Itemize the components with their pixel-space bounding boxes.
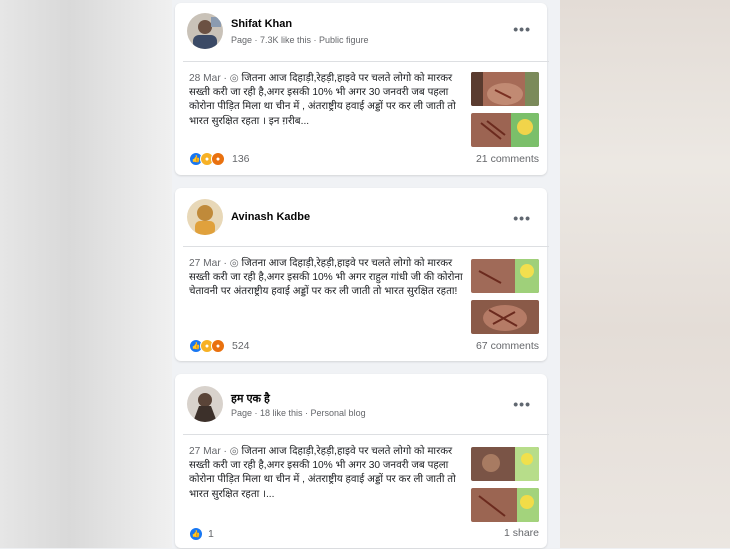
post-date: 28 Mar · (189, 73, 227, 84)
post-text: 28 Mar · ◎ जितना आज दिहाड़ी,रेहड़ी,हाइवे… (189, 72, 463, 129)
more-options-button[interactable]: ••• (513, 21, 531, 37)
globe-icon: ◎ (229, 446, 239, 457)
post-date: 27 Mar · (189, 258, 227, 269)
thumbnail-image (471, 72, 539, 106)
thumbnail-image (471, 300, 539, 334)
avatar-image (187, 13, 223, 49)
thumbnail-image (471, 488, 539, 522)
shared-post[interactable]: 27 Mar · ◎ जितना आज दिहाड़ी,रेहड़ी,हाइवे… (183, 246, 549, 359)
reactions-summary[interactable]: 👍 ● ● 524 (189, 339, 250, 353)
news-feed: Shifat Khan Page · 7.3K like this · Publ… (172, 0, 560, 548)
angry-icon: ● (211, 152, 225, 166)
thumbnail-image (471, 113, 539, 147)
author-name[interactable]: हम एक है (231, 391, 270, 406)
shared-post[interactable]: 28 Mar · ◎ जितना आज दिहाड़ी,रेहड़ी,हाइवे… (183, 61, 549, 172)
avatar[interactable] (187, 386, 223, 422)
share-count[interactable]: 1 share (504, 527, 539, 539)
post-text: 27 Mar · ◎ जितना आज दिहाड़ी,रेहड़ी,हाइवे… (189, 257, 463, 300)
avatar[interactable] (187, 199, 223, 235)
blurred-background-right (560, 0, 730, 548)
post-card: हम एक है Page · 18 like this · Personal … (175, 374, 549, 549)
comments-count[interactable]: 21 comments (476, 153, 539, 165)
post-thumbnails[interactable] (471, 72, 539, 154)
like-icon: 👍 (189, 527, 203, 541)
reaction-count: 524 (232, 340, 250, 352)
blurred-background-left (0, 0, 172, 548)
reaction-count: 136 (232, 153, 250, 165)
post-text: 27 Mar · ◎ जितना आज दिहाड़ी,रेहड़ी,हाइवे… (189, 445, 463, 502)
post-thumbnails[interactable] (471, 259, 539, 341)
post-thumbnails[interactable] (471, 447, 539, 529)
post-card: Shifat Khan Page · 7.3K like this · Publ… (175, 3, 549, 175)
more-options-button[interactable]: ••• (513, 210, 531, 226)
author-meta: Page · 7.3K like this · Public figure (231, 35, 369, 45)
author-name[interactable]: Avinash Kadbe (231, 211, 310, 223)
author-name[interactable]: Shifat Khan (231, 18, 292, 30)
reactions-summary[interactable]: 👍 ● ● 136 (189, 152, 250, 166)
angry-icon: ● (211, 339, 225, 353)
thumbnail-image (471, 259, 539, 293)
thumbnail-image (471, 447, 539, 481)
globe-icon: ◎ (229, 258, 239, 269)
avatar-image (187, 386, 223, 422)
reactions-summary[interactable]: 👍 1 (189, 527, 214, 541)
avatar[interactable] (187, 13, 223, 49)
shared-post[interactable]: 27 Mar · ◎ जितना आज दिहाड़ी,रेहड़ी,हाइवे… (183, 434, 549, 549)
avatar-image (187, 199, 223, 235)
reaction-count: 1 (208, 528, 214, 540)
post-date: 27 Mar · (189, 446, 227, 457)
author-meta: Page · 18 like this · Personal blog (231, 408, 366, 418)
comments-count[interactable]: 67 comments (476, 340, 539, 352)
more-options-button[interactable]: ••• (513, 396, 531, 412)
globe-icon: ◎ (229, 73, 239, 84)
post-card: Avinash Kadbe ••• 27 Mar · ◎ जितना आज दि… (175, 188, 549, 361)
